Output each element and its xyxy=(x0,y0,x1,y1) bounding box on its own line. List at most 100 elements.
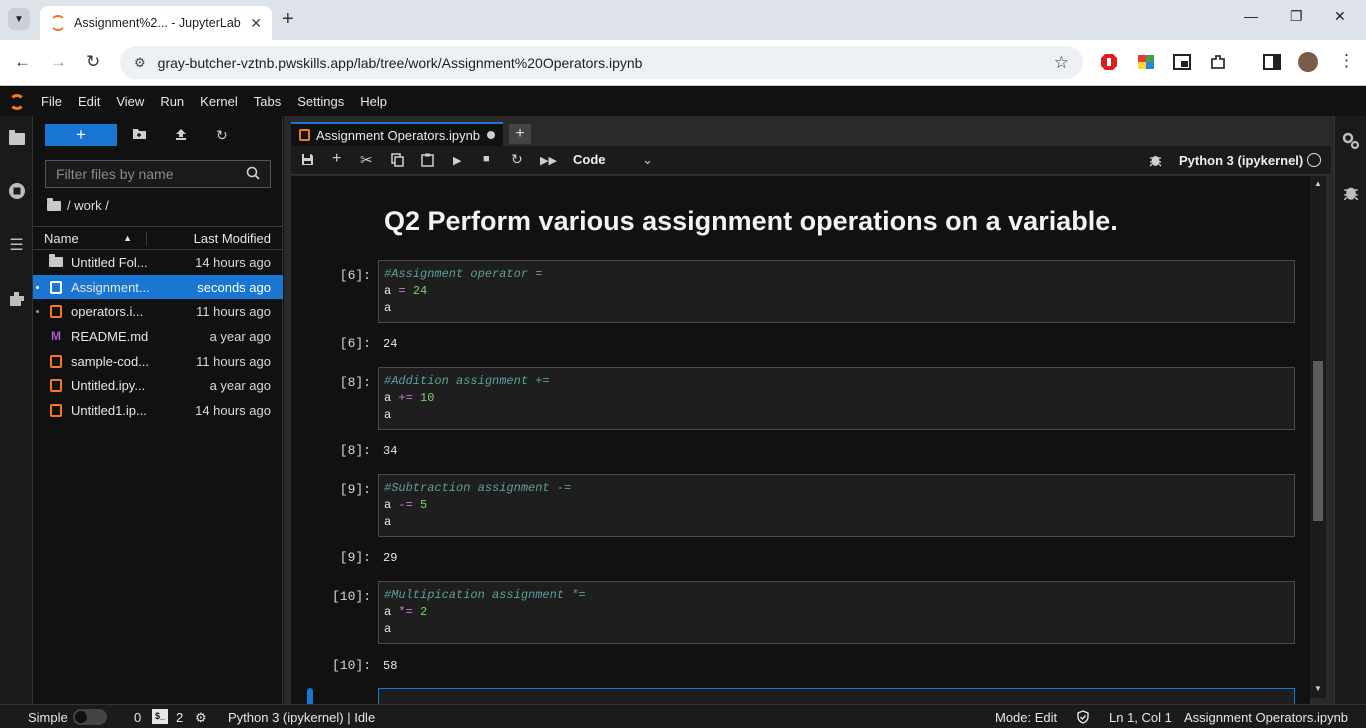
restart-kernel-icon[interactable]: ↻ xyxy=(511,151,523,168)
breadcrumb-path[interactable]: / work / xyxy=(67,198,109,213)
scroll-down-icon[interactable]: ▼ xyxy=(1314,684,1322,693)
list-item[interactable]: M README.md a year ago xyxy=(33,324,283,349)
kernel-name[interactable]: Python 3 (ipykernel) xyxy=(1179,153,1303,168)
new-launcher-button[interactable]: + xyxy=(45,124,117,146)
browser-menu-icon[interactable]: ⋮ xyxy=(1338,51,1355,71)
menu-tabs[interactable]: Tabs xyxy=(246,87,289,116)
menu-edit[interactable]: Edit xyxy=(70,87,108,116)
debugger-bug-icon[interactable] xyxy=(1335,184,1366,206)
scroll-up-icon[interactable]: ▲ xyxy=(1314,179,1322,188)
input-prompt: [8]: xyxy=(339,375,371,390)
simple-mode-toggle[interactable] xyxy=(73,709,107,725)
kernel-count[interactable]: 2 xyxy=(176,710,183,725)
menu-settings[interactable]: Settings xyxy=(289,87,352,116)
last-modified-column-header[interactable]: Last Modified xyxy=(147,231,283,246)
file-modified: 14 hours ago xyxy=(195,402,271,418)
markdown-heading[interactable]: Q2 Perform various assignment operations… xyxy=(384,206,1118,237)
new-launcher-tab-button[interactable]: + xyxy=(509,124,531,144)
omnibox[interactable]: ⚙ gray-butcher-vztnb.pwskills.app/lab/tr… xyxy=(120,46,1083,79)
list-item[interactable]: Untitled.ipy... a year ago xyxy=(33,373,283,398)
home-folder-icon[interactable] xyxy=(47,197,61,211)
cell-type-dropdown[interactable]: Code ⌄ xyxy=(573,152,653,168)
upload-icon[interactable] xyxy=(174,127,188,144)
adblock-extension-icon[interactable] xyxy=(1100,53,1118,71)
back-icon[interactable]: ← xyxy=(14,52,31,72)
simple-mode-label: Simple xyxy=(28,710,68,725)
menu-view[interactable]: View xyxy=(108,87,152,116)
reload-icon[interactable]: ↻ xyxy=(86,52,100,72)
profile-avatar[interactable] xyxy=(1298,52,1318,72)
color-extension-icon[interactable] xyxy=(1137,53,1155,71)
paste-icon[interactable] xyxy=(421,153,434,170)
list-item[interactable]: Untitled1.ip... 14 hours ago xyxy=(33,398,283,423)
code-cell-editor[interactable]: #Assignment operator = a = 24 a xyxy=(378,260,1295,323)
active-code-cell-editor[interactable] xyxy=(378,688,1295,704)
cell-type-value: Code xyxy=(573,152,606,167)
insert-cell-icon[interactable]: + xyxy=(332,150,341,168)
list-item[interactable]: Assignment... seconds ago xyxy=(33,274,283,300)
restore-icon[interactable]: ❐ xyxy=(1290,8,1303,25)
name-column-header[interactable]: Name ▲ xyxy=(33,230,147,246)
cut-icon[interactable]: ✂ xyxy=(360,151,373,169)
unsaved-indicator-icon[interactable] xyxy=(487,131,495,139)
bookmark-star-icon[interactable]: ☆ xyxy=(1054,53,1069,73)
left-sidebar-rail: ☰ xyxy=(0,116,33,704)
markdown-icon: M xyxy=(51,329,61,344)
minimize-icon[interactable]: — xyxy=(1244,8,1258,24)
notebook-tab[interactable]: Assignment Operators.ipynb xyxy=(291,122,503,146)
code-cell-editor[interactable]: #Subtraction assignment -= a -= 5 a xyxy=(378,474,1295,537)
terminal-count[interactable]: 0 xyxy=(134,710,141,725)
interrupt-kernel-icon[interactable]: ■ xyxy=(483,153,490,165)
debugger-bug-icon[interactable] xyxy=(1149,153,1162,170)
copy-icon[interactable] xyxy=(391,153,404,170)
list-item[interactable]: Untitled Fol... 14 hours ago xyxy=(33,250,283,275)
browser-tab[interactable]: Assignment%2... - JupyterLab ✕ xyxy=(40,6,272,40)
code-number: 2 xyxy=(420,605,428,619)
side-panel-icon[interactable] xyxy=(1263,53,1281,71)
cursor-position[interactable]: Ln 1, Col 1 xyxy=(1109,710,1172,725)
new-folder-icon[interactable] xyxy=(132,127,147,143)
notebook-icon xyxy=(48,379,64,393)
code-cell-editor[interactable]: #Addition assignment += a += 10 a xyxy=(378,367,1295,430)
output-prompt: [10]: xyxy=(331,658,371,673)
kernel-gear-icon[interactable]: ⚙ xyxy=(195,710,207,726)
menu-kernel[interactable]: Kernel xyxy=(192,87,246,116)
run-cell-icon[interactable]: ▶ xyxy=(453,154,461,167)
shield-check-icon[interactable] xyxy=(1076,710,1090,727)
table-of-contents-icon[interactable]: ☰ xyxy=(0,235,33,255)
list-item[interactable]: sample-cod... 11 hours ago xyxy=(33,349,283,374)
site-settings-icon[interactable]: ⚙ xyxy=(134,55,146,71)
new-tab-button[interactable]: + xyxy=(282,8,294,31)
close-tab-icon[interactable]: ✕ xyxy=(250,15,262,32)
terminal-icon[interactable]: $_ xyxy=(152,709,168,724)
notebook-scrollbar[interactable]: ▲ ▼ xyxy=(1310,176,1326,698)
extension-manager-icon[interactable] xyxy=(0,290,33,313)
file-list-header: Name ▲ Last Modified xyxy=(33,226,283,250)
breadcrumb[interactable]: / work / xyxy=(47,197,109,213)
kernel-status-text[interactable]: Python 3 (ipykernel) | Idle xyxy=(228,710,375,725)
extensions-puzzle-icon[interactable] xyxy=(1209,53,1227,71)
scrollbar-thumb[interactable] xyxy=(1313,361,1323,521)
running-sessions-icon[interactable] xyxy=(0,182,33,205)
window-close-icon[interactable]: ✕ xyxy=(1334,8,1346,25)
jupyter-logo-icon xyxy=(0,87,33,116)
url-text[interactable]: gray-butcher-vztnb.pwskills.app/lab/tree… xyxy=(158,55,1042,71)
active-cell-indicator[interactable] xyxy=(307,688,313,704)
file-browser-folder-icon[interactable] xyxy=(0,130,33,150)
filter-files-input[interactable]: Filter files by name xyxy=(45,160,271,188)
save-icon[interactable] xyxy=(301,153,314,169)
property-inspector-gears-icon[interactable] xyxy=(1335,132,1366,155)
tab-search-button[interactable]: ▼ xyxy=(8,8,30,30)
list-item[interactable]: operators.i... 11 hours ago xyxy=(33,299,283,324)
menu-run[interactable]: Run xyxy=(152,87,192,116)
restart-run-all-icon[interactable]: ▶▶ xyxy=(540,154,557,167)
refresh-icon[interactable]: ↻ xyxy=(216,127,228,144)
forward-icon[interactable]: → xyxy=(50,52,67,72)
menu-help[interactable]: Help xyxy=(352,87,395,116)
notebook-icon xyxy=(48,280,64,294)
menu-file[interactable]: File xyxy=(33,87,70,116)
code-cell-editor[interactable]: #Multipication assignment *= a *= 2 a xyxy=(378,581,1295,644)
file-modified: seconds ago xyxy=(197,279,271,295)
kernel-idle-icon xyxy=(1307,153,1321,167)
pip-extension-icon[interactable] xyxy=(1173,53,1191,71)
